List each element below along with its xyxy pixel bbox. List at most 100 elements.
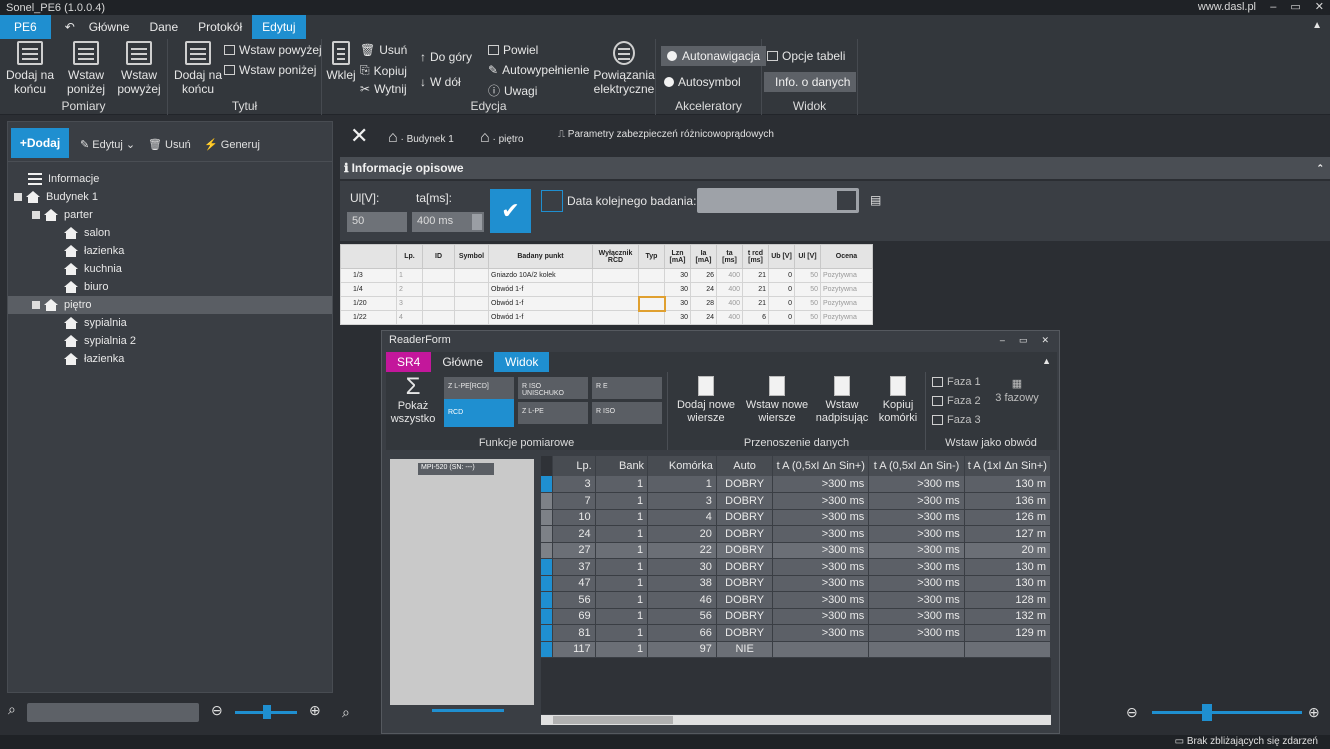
table-row[interactable]: 47 1 38 DOBRY >300 ms >300 ms 130 m [541,575,1051,592]
device-zoom-slider[interactable] [432,709,504,712]
autosymbol-toggle[interactable]: Autosymbol [664,75,741,89]
row-indicator[interactable] [541,641,553,658]
row-indicator[interactable] [541,575,553,592]
row-indicator[interactable] [541,542,553,559]
table-row[interactable]: 7 1 3 DOBRY >300 ms >300 ms 136 m [541,492,1051,510]
ta-select[interactable]: 400 ms [412,212,484,232]
notes-button[interactable]: ⓘ Uwagi [488,82,537,99]
collapse-icon[interactable] [14,193,22,201]
tree-node-biuro[interactable]: biuro [64,278,108,296]
table-row[interactable]: 37 1 30 DOBRY >300 ms >300 ms 130 m [541,558,1051,576]
tytul-insert-below-button[interactable]: Wstaw poniżej [224,63,316,77]
tree-node-lazienka[interactable]: łazienka [64,242,124,260]
breadcrumb-budynek[interactable]: ⌂ · Budynek 1 [388,129,454,147]
tab-reader-widok[interactable]: Widok [494,352,550,372]
info-section-header[interactable]: ℹ Informacje opisowe ⌃ [340,157,1330,179]
table-row[interactable]: 117 1 97 NIE [541,641,1051,658]
data-info-toggle[interactable]: Info. o danych [764,72,857,92]
paste-button[interactable]: Wklej [326,41,356,82]
function-zlpe[interactable]: Z L-PE [518,402,588,424]
tytul-insert-above-button[interactable]: Wstaw powyżej [224,43,322,57]
move-down-button[interactable]: ↓ W dół [420,75,461,89]
phase-1-button[interactable]: Faza 1 [932,376,981,388]
row-indicator[interactable] [541,624,553,642]
next-date-input[interactable] [697,188,859,213]
close-window-button[interactable]: ✕ [1041,331,1049,349]
breadcrumb-pietro[interactable]: ⌂ · piętro [480,129,524,147]
tab-protokol[interactable]: Protokół [188,15,252,39]
tree-node-pietro[interactable]: piętro [32,296,92,314]
maximize-button[interactable]: ▭ [1019,331,1028,349]
undo-icon[interactable]: ↶ [51,15,79,39]
edit-button[interactable]: ✎ Edytuj ⌄ [80,138,135,151]
tree-node-budynek[interactable]: Budynek 1 [14,188,98,206]
close-icon[interactable]: ✕ [350,123,368,149]
function-re[interactable]: R E [592,377,662,399]
breadcrumb-rcd-params[interactable]: ⎍ Parametry zabezpieczeń różnicowoprądow… [558,129,774,140]
zoom-slider-handle[interactable] [263,705,271,719]
table-row[interactable]: 10 1 4 DOBRY >300 ms >300 ms 126 m [541,509,1051,526]
insert-rows-button[interactable]: Wstaw nowe wiersze [744,376,810,425]
repeat-button[interactable]: Powiel [488,43,538,57]
zoom-slider-track[interactable] [1152,711,1302,714]
zoom-in-icon[interactable]: ⊕ [309,702,321,719]
row-indicator[interactable] [541,525,553,543]
tytul-add-end-button[interactable]: Dodaj na końcu [172,41,224,96]
tab-glowne[interactable]: Główne [79,15,140,39]
date-picker-icon[interactable] [837,191,856,210]
search-icon[interactable]: ⌕ [342,704,350,721]
pomiary-add-end-button[interactable]: Dodaj na końcu [4,41,56,96]
tree-node-salon[interactable]: salon [64,224,110,242]
minimize-button[interactable]: – [1270,0,1276,15]
function-zlpe-rcd[interactable]: Z L-PE[RCD] [444,377,514,399]
pomiary-insert-below-button[interactable]: Wstaw poniżej [60,41,112,96]
table-row[interactable]: 27 1 22 DOBRY >300 ms >300 ms 20 m [541,542,1051,559]
phase-3-button[interactable]: Faza 3 [932,414,981,426]
tree-node-kuchnia[interactable]: kuchnia [64,260,122,278]
table-row[interactable]: 24 1 20 DOBRY >300 ms >300 ms 127 m [541,525,1051,543]
row-indicator[interactable] [541,509,553,526]
calendar-icon[interactable]: ▤ [870,193,881,207]
row-indicator[interactable] [541,608,553,625]
maximize-button[interactable]: ▭ [1290,0,1300,15]
zoom-slider-handle[interactable] [1202,704,1212,721]
scrollbar-thumb[interactable] [553,716,673,724]
zoom-in-icon[interactable]: ⊕ [1308,704,1320,721]
row-indicator[interactable] [541,591,553,609]
close-window-button[interactable]: ✕ [1315,0,1324,15]
tab-reader-glowne[interactable]: Główne [431,352,494,372]
pomiary-insert-above-button[interactable]: Wstaw powyżej [112,41,166,96]
cut-button[interactable]: ✂ Wytnij [360,82,407,96]
tree-search-input[interactable] [27,703,199,722]
table-row[interactable]: 81 1 66 DOBRY >300 ms >300 ms 129 m [541,624,1051,642]
delete-node-button[interactable]: 🗑 Usuń [148,138,191,151]
tree-node-informacje[interactable]: Informacje [28,170,99,188]
show-all-button[interactable]: Σ Pokaż wszystko [386,374,440,426]
confirm-button[interactable]: ✔ [490,189,531,233]
row-indicator[interactable] [541,492,553,510]
table-row[interactable]: 1/3 1 Gniazdo 10A/2 kolek 30 26 400 21 0 50 Pozyt… [340,268,873,283]
collapse-section-icon[interactable]: ⌃ [1316,163,1324,174]
tab-app[interactable]: PE6 [0,15,51,39]
ul-input[interactable]: 50 [347,212,407,232]
copy-button[interactable]: ⎘ Kopiuj [360,63,407,78]
tree-node-lazienka-2[interactable]: łazienka [64,350,124,368]
table-row[interactable]: 69 1 56 DOBRY >300 ms >300 ms 132 m [541,608,1051,625]
autofill-button[interactable]: ✎ Autowypełnienie [488,63,589,77]
autonav-toggle[interactable]: Autonawigacja [661,46,767,66]
phase-2-button[interactable]: Faza 2 [932,395,981,407]
function-riso-unischuko[interactable]: R ISO UNISCHUKO [518,377,588,399]
collapse-icon[interactable] [32,211,40,219]
tab-edytuj[interactable]: Edytuj [252,15,306,39]
next-date-checkbox[interactable] [541,190,563,212]
table-row[interactable]: 1/4 2 Obwód 1-f 30 24 400 21 0 50 Pozytywna [340,282,873,297]
minimize-button[interactable]: – [1000,331,1005,349]
move-up-button[interactable]: ↑ Do góry [420,50,472,64]
table-options-button[interactable]: Opcje tabeli [767,49,845,63]
collapse-icon[interactable] [32,301,40,309]
three-phase-button[interactable]: ▦ 3 fazowy [986,378,1048,405]
insert-overwrite-button[interactable]: Wstaw nadpisując [814,376,870,425]
row-indicator[interactable] [541,476,553,493]
tree-node-sypialnia-2[interactable]: sypialnia 2 [64,332,136,350]
table-row[interactable]: 1/20 3 Obwód 1-f 30 28 400 21 0 50 Pozytywna [340,295,873,312]
